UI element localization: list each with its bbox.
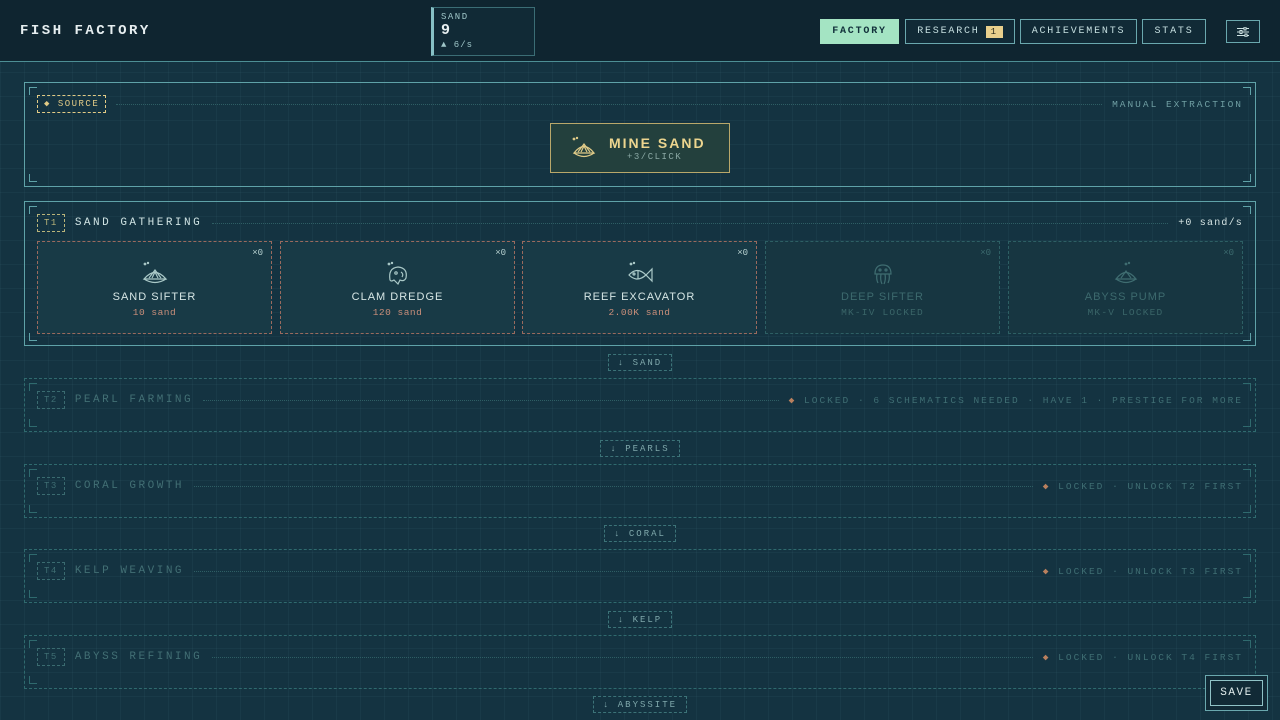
fish-icon bbox=[627, 261, 653, 283]
source-panel: ◆ SOURCE MANUAL EXTRACTION MINE SAND +3/… bbox=[24, 82, 1256, 187]
tier5-title: ABYSS REFINING bbox=[74, 651, 203, 663]
card-cost: MK-V LOCKED bbox=[1087, 307, 1164, 318]
tier4-title: KELP WEAVING bbox=[74, 565, 185, 577]
sliders-icon bbox=[1237, 26, 1249, 37]
card-name: SAND SIFTER bbox=[112, 291, 197, 303]
tier1-title: SAND GATHERING bbox=[74, 217, 203, 229]
save-label: SAVE bbox=[1210, 680, 1263, 706]
connector-kelp: ↓ KELP bbox=[608, 611, 672, 628]
tab-stats-label: STATS bbox=[1154, 26, 1194, 37]
top-bar: FISH FACTORY SAND 9 ▲ 6/s FACTORY RESEAR… bbox=[0, 0, 1280, 62]
tier5-panel: T5 ABYSS REFINING ◆ LOCKED · UNLOCK T4 F… bbox=[24, 635, 1256, 689]
card-cost: MK-IV LOCKED bbox=[841, 307, 924, 318]
source-tag: ◆ SOURCE bbox=[37, 95, 107, 113]
card-abyss-pump: ×0 ABYSS PUMP MK-V LOCKED bbox=[1008, 241, 1243, 334]
card-name: CLAM DREDGE bbox=[351, 291, 444, 303]
tier1-panel: T1 SAND GATHERING +0 sand/s ×0 SAND SIFT… bbox=[24, 201, 1256, 346]
tier4-status: ◆ LOCKED · UNLOCK T3 FIRST bbox=[1042, 565, 1243, 577]
mine-sand-button[interactable]: MINE SAND +3/CLICK bbox=[550, 123, 730, 173]
tab-stats[interactable]: STATS bbox=[1142, 19, 1206, 44]
card-cost: 2.00K sand bbox=[608, 307, 671, 318]
tab-achievements[interactable]: ACHIEVEMENTS bbox=[1020, 19, 1137, 44]
connector-abyssite: ↓ ABYSSITE bbox=[593, 696, 687, 713]
card-sand-sifter[interactable]: ×0 SAND SIFTER 10 sand bbox=[37, 241, 272, 334]
card-name: ABYSS PUMP bbox=[1084, 291, 1167, 303]
card-count: ×0 bbox=[1223, 248, 1234, 258]
tier3-panel: T3 CORAL GROWTH ◆ LOCKED · UNLOCK T2 FIR… bbox=[24, 464, 1256, 518]
connector-pearls: ↓ PEARLS bbox=[600, 440, 680, 457]
tier2-tag: T2 bbox=[37, 391, 65, 409]
mine-sand-label: MINE SAND bbox=[609, 135, 706, 151]
tab-research-label: RESEARCH bbox=[917, 26, 980, 37]
lock-diamond-icon: ◆ bbox=[1042, 480, 1051, 492]
tier5-tag: T5 bbox=[37, 648, 65, 666]
tier1-rate: +0 sand/s bbox=[1178, 217, 1243, 229]
save-button[interactable]: SAVE bbox=[1205, 675, 1268, 711]
card-cost: 120 sand bbox=[372, 307, 423, 318]
tier5-status: ◆ LOCKED · UNLOCK T4 FIRST bbox=[1042, 651, 1243, 663]
source-header: ◆ SOURCE MANUAL EXTRACTION bbox=[37, 95, 1243, 113]
research-badge: 1 bbox=[985, 25, 1003, 38]
tab-research[interactable]: RESEARCH 1 bbox=[905, 19, 1015, 44]
card-count: ×0 bbox=[252, 248, 263, 258]
tab-factory-label: FACTORY bbox=[832, 26, 887, 37]
tier2-panel: T2 PEARL FARMING ◆ LOCKED · 6 SCHEMATICS… bbox=[24, 378, 1256, 432]
shell-icon bbox=[572, 136, 596, 158]
sand-resource-display: SAND 9 ▲ 6/s bbox=[431, 7, 535, 56]
shell-icon bbox=[142, 261, 167, 284]
tier3-tag: T3 bbox=[37, 477, 65, 495]
card-count: ×0 bbox=[737, 248, 748, 258]
card-clam-dredge[interactable]: ×0 CLAM DREDGE 120 sand bbox=[280, 241, 515, 334]
lock-diamond-icon: ◆ bbox=[1042, 651, 1051, 663]
tier3-status: ◆ LOCKED · UNLOCK T2 FIRST bbox=[1042, 480, 1243, 492]
mine-sand-sub: +3/CLICK bbox=[627, 152, 683, 162]
tier2-title: PEARL FARMING bbox=[74, 394, 194, 406]
source-mode: MANUAL EXTRACTION bbox=[1112, 98, 1243, 110]
lock-diamond-icon: ◆ bbox=[1042, 565, 1051, 577]
card-count: ×0 bbox=[980, 248, 991, 258]
tier3-title: CORAL GROWTH bbox=[74, 480, 185, 492]
tier1-header: T1 SAND GATHERING +0 sand/s bbox=[37, 214, 1243, 232]
card-name: DEEP SIFTER bbox=[841, 291, 924, 303]
tab-factory[interactable]: FACTORY bbox=[820, 19, 899, 44]
card-cost: 10 sand bbox=[132, 307, 177, 318]
tier4-panel: T4 KELP WEAVING ◆ LOCKED · UNLOCK T3 FIR… bbox=[24, 549, 1256, 603]
connector-coral: ↓ CORAL bbox=[604, 525, 676, 542]
shell-icon bbox=[1114, 261, 1137, 284]
tier4-tag: T4 bbox=[37, 562, 65, 580]
card-name: REEF EXCAVATOR bbox=[583, 291, 696, 303]
tier1-tag: T1 bbox=[37, 214, 65, 232]
clam-icon bbox=[387, 261, 407, 286]
connector-sand: ↓ SAND bbox=[608, 354, 672, 371]
card-deep-sifter: ×0 DEEP SIFTER MK-IV LOCKED bbox=[765, 241, 1000, 334]
tab-achievements-label: ACHIEVEMENTS bbox=[1031, 26, 1126, 37]
settings-button[interactable] bbox=[1226, 20, 1260, 43]
resource-name: SAND bbox=[441, 12, 469, 22]
tier2-status: ◆ LOCKED · 6 SCHEMATICS NEEDED · HAVE 1 … bbox=[788, 394, 1243, 406]
app-title: FISH FACTORY bbox=[20, 23, 151, 39]
card-reef-excavator[interactable]: ×0 REEF EXCAVATOR 2.00K sand bbox=[522, 241, 757, 334]
lock-diamond-icon: ◆ bbox=[788, 394, 797, 406]
resource-value: 9 bbox=[441, 22, 451, 39]
jellyfish-icon bbox=[873, 264, 892, 285]
resource-rate: ▲ 6/s bbox=[441, 40, 474, 50]
card-count: ×0 bbox=[495, 248, 506, 258]
